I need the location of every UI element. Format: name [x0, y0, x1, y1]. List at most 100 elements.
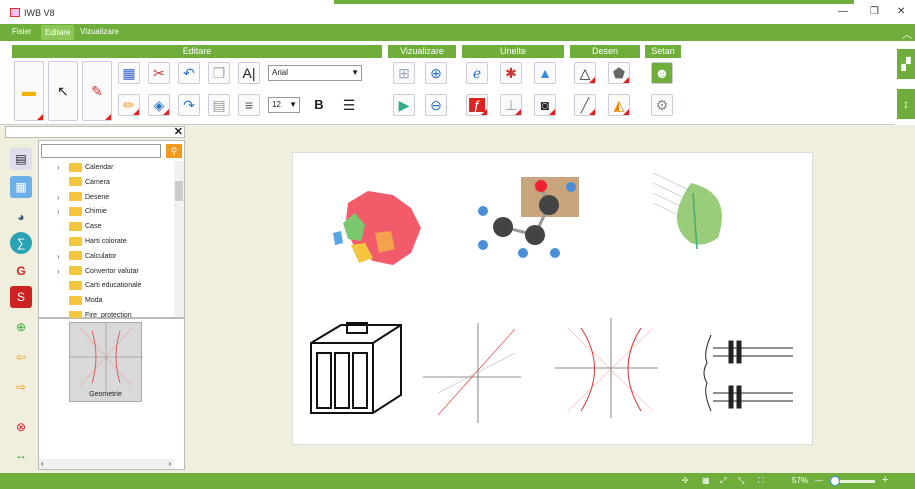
line-button[interactable]: ╱ [574, 94, 596, 116]
google-tab-icon[interactable]: G [10, 260, 32, 282]
cut-button[interactable]: ✂ [148, 62, 170, 84]
collapse-ribbon-icon[interactable]: ︿ [902, 26, 912, 41]
3d-shapes-button[interactable]: ◭ [608, 94, 630, 116]
tree-item[interactable]: Case [69, 220, 101, 234]
scroll-left-icon[interactable]: ‹ [41, 459, 44, 468]
search-input[interactable] [41, 144, 161, 158]
zoom-level: 57% [792, 476, 809, 485]
hyperbola-graph-image[interactable] [555, 318, 658, 418]
font-select[interactable]: Arial ▼ [268, 65, 362, 81]
tree-item-label: Calculator [85, 252, 117, 260]
select-button[interactable]: ↖ [48, 61, 78, 121]
tree-item[interactable]: › Calculator [57, 250, 117, 264]
previous-page-icon[interactable]: ⇦ [10, 346, 32, 368]
status-bar: ✣ ▦ ⤢ ⤡ ⛶ 57% — + [0, 473, 915, 489]
tree-item[interactable]: Camera [69, 176, 110, 190]
zoom-out-icon: ⊖ [430, 97, 442, 113]
whiteboard-canvas[interactable] [292, 152, 813, 445]
close-button[interactable]: ✕ [897, 6, 905, 17]
chevron-right-icon[interactable]: › [57, 205, 60, 219]
scroll-right-icon[interactable]: › [168, 459, 171, 468]
copy-button[interactable]: ❐ [208, 62, 230, 84]
molecule-image[interactable] [478, 177, 579, 258]
linear-graph-image[interactable] [423, 323, 521, 423]
menu-editare[interactable]: Editare [41, 25, 75, 40]
fit-width-icon[interactable]: ⤢ [720, 476, 726, 486]
align-button[interactable]: ☰ [338, 94, 360, 116]
menu-vizualizare[interactable]: Vizualizare [80, 27, 119, 36]
pentagon-button[interactable]: ⬟ [608, 62, 630, 84]
search-icon[interactable]: ⚲ [166, 144, 182, 158]
line-style-button[interactable]: ≡ [238, 94, 260, 116]
delete-page-icon[interactable]: ⊗ [10, 416, 32, 438]
folder-icon: ▬ [22, 83, 36, 99]
resize-vertical-button[interactable]: ↕ [897, 89, 915, 119]
scroll-thumb[interactable] [175, 181, 183, 201]
battery-image[interactable] [310, 322, 402, 414]
image-button[interactable]: ▲ [534, 62, 556, 84]
tree-item[interactable]: › Convertor valutar [57, 265, 139, 279]
restore-button[interactable]: ❐ [870, 6, 879, 17]
menu-fisier[interactable]: Fisier [12, 27, 32, 36]
bold-button[interactable]: B [308, 94, 330, 116]
flash-button[interactable]: ƒ [466, 94, 488, 116]
folder-icon [69, 162, 82, 172]
gallery-thumbnail[interactable] [69, 322, 143, 402]
grid-view-button[interactable]: ⊞ [393, 62, 415, 84]
fit-page-icon[interactable]: ⤡ [738, 476, 744, 486]
open-folder-button[interactable]: ▬ [14, 61, 44, 121]
font-size-select[interactable]: 12 ▼ [268, 97, 300, 113]
add-page-icon[interactable]: ⊕ [10, 316, 32, 338]
capacitor-circuit-image[interactable] [703, 334, 793, 412]
swap-icon[interactable]: ↔ [10, 444, 32, 466]
zoom-in-button[interactable]: + [882, 474, 888, 486]
fullscreen-icon[interactable]: ⛶ [758, 476, 764, 486]
next-page-icon[interactable]: ⇨ [10, 376, 32, 398]
undo-button[interactable]: ↶ [178, 62, 200, 84]
zoom-in-button[interactable]: ⊕ [425, 62, 447, 84]
gallery-tab-icon[interactable]: ▦ [10, 176, 32, 198]
tree-item[interactable]: › Calendar [57, 161, 113, 175]
chevron-right-icon[interactable]: › [57, 250, 60, 264]
user-tab-icon[interactable]: ◕ [10, 206, 32, 228]
paste-button[interactable]: ▤ [208, 94, 230, 116]
close-panel-button[interactable]: ✕ [174, 125, 183, 138]
zoom-out-button[interactable]: — [815, 476, 823, 485]
tree-scrollbar[interactable] [174, 161, 184, 317]
zoom-slider-thumb[interactable] [830, 476, 840, 486]
math-tab-icon[interactable]: ∑ [10, 232, 32, 254]
leaf-image[interactable] [652, 172, 722, 250]
slideshow-button[interactable]: ▶ [393, 94, 415, 116]
settings-button[interactable]: ⚙ [651, 94, 673, 116]
grid-toggle-icon[interactable]: ▦ [702, 476, 710, 485]
gallery-scrollbar[interactable]: ‹ › [39, 459, 174, 469]
browser-button[interactable]: ℯ [466, 62, 488, 84]
tree-item[interactable]: Harti colorate [69, 235, 127, 249]
chevron-right-icon[interactable]: › [57, 161, 60, 175]
fill-button[interactable]: ◈ [148, 94, 170, 116]
chevron-right-icon[interactable]: › [57, 191, 60, 205]
redo-button[interactable]: ↷ [178, 94, 200, 116]
tree-item[interactable]: Moda [69, 294, 103, 308]
minimize-button[interactable]: — [838, 6, 848, 17]
document-camera-button[interactable]: ⊥ [500, 94, 522, 116]
eraser-button[interactable]: ✎ [82, 61, 112, 121]
tree-item[interactable]: Carti educationale [69, 279, 141, 293]
layout-toggle-button[interactable]: ▞ [897, 49, 915, 79]
pages-tab-icon[interactable]: ▤ [10, 148, 32, 170]
tree-item[interactable]: › Chimie [57, 205, 107, 219]
font-value: Arial [272, 68, 289, 77]
chevron-right-icon[interactable]: › [57, 265, 60, 279]
screenshot-button[interactable]: ◙ [534, 94, 556, 116]
tools-button[interactable]: ✱ [500, 62, 522, 84]
color-palette-button[interactable]: ▦ [118, 62, 140, 84]
sketchup-tab-icon[interactable]: S [10, 286, 32, 308]
zoom-out-button[interactable]: ⊖ [425, 94, 447, 116]
user-settings-button[interactable]: ☻ [651, 62, 673, 84]
text-button[interactable]: A| [238, 62, 260, 84]
tree-item[interactable]: › Desene [57, 191, 109, 205]
europe-map-image[interactable] [333, 191, 421, 265]
pen-button[interactable]: ✏ [118, 94, 140, 116]
triangle-button[interactable]: △ [574, 62, 596, 84]
navigate-icon[interactable]: ✣ [682, 476, 689, 485]
